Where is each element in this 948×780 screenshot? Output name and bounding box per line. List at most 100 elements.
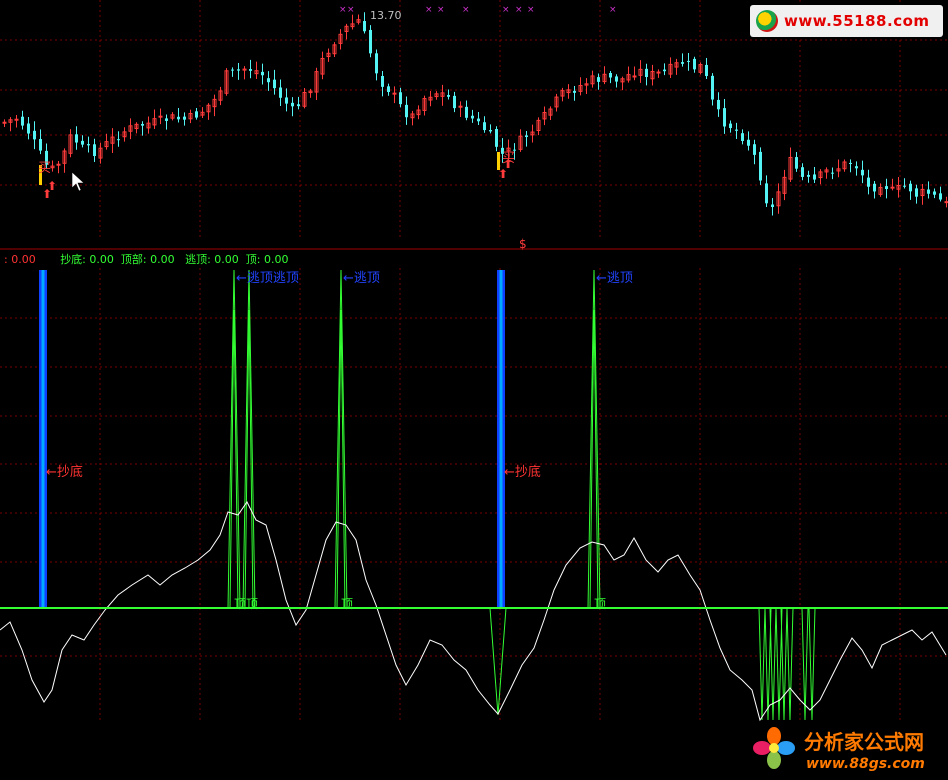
candle-body bbox=[855, 166, 858, 169]
marker-x: × bbox=[609, 5, 617, 15]
candle-body bbox=[873, 183, 876, 192]
ding-label: 顶顶 bbox=[234, 597, 258, 611]
candle-body bbox=[375, 53, 378, 74]
candle-body bbox=[56, 163, 61, 166]
candle-body bbox=[2, 121, 7, 124]
candle-body bbox=[249, 69, 252, 71]
marker-x: × bbox=[339, 5, 347, 15]
marker-x: × bbox=[527, 5, 535, 15]
mouse-cursor-icon bbox=[71, 171, 85, 192]
candle-body bbox=[711, 75, 714, 100]
candle-body bbox=[867, 177, 870, 187]
candle-body bbox=[747, 139, 750, 146]
candle-body bbox=[632, 75, 637, 78]
indicator-legend: : 0.00 抄底: 0.00 顶部: 0.00 逃顶: 0.00 顶: 0.0… bbox=[4, 251, 289, 267]
legend-taoding: 逃顶: 0.00 bbox=[185, 253, 239, 266]
candle-body bbox=[158, 115, 163, 118]
taoding-label: ←逃顶 bbox=[343, 271, 380, 286]
top-spike bbox=[229, 309, 239, 609]
chaodi-label: ←抄底 bbox=[504, 464, 541, 480]
logo-swirl-icon bbox=[756, 10, 778, 32]
dollar-marker: $ bbox=[519, 237, 527, 251]
marker-x: × bbox=[462, 5, 470, 15]
candle-body bbox=[489, 129, 492, 132]
candle-body bbox=[717, 99, 720, 110]
candle-body bbox=[849, 162, 852, 164]
candle-body bbox=[117, 139, 120, 141]
candle-body bbox=[369, 29, 372, 54]
candle-body bbox=[495, 128, 498, 147]
candle-body bbox=[27, 123, 30, 134]
candle-body bbox=[387, 86, 390, 93]
top-spike bbox=[589, 309, 599, 609]
legend-dingbu: 顶部: 0.00 bbox=[120, 253, 175, 266]
marker-x: × bbox=[347, 5, 355, 15]
logo-88gs-url: www.88gs.com bbox=[806, 756, 925, 772]
marker-x: × bbox=[425, 5, 433, 15]
candle-body bbox=[177, 116, 180, 120]
candle-body bbox=[765, 183, 768, 204]
candle-body bbox=[237, 69, 240, 71]
candle-body bbox=[890, 186, 895, 189]
candle-body bbox=[87, 144, 90, 146]
legend-prefix: : 0.00 bbox=[4, 253, 36, 266]
flower-logo-icon bbox=[753, 727, 795, 769]
candle-body bbox=[195, 111, 198, 118]
candle-body bbox=[927, 189, 930, 194]
bottom-spike bbox=[758, 607, 766, 721]
marker-x: × bbox=[515, 5, 523, 15]
candle-body bbox=[723, 108, 726, 127]
candle-body bbox=[861, 169, 864, 176]
candle-body bbox=[525, 135, 528, 137]
candle-body bbox=[609, 73, 612, 78]
chaodi-label: ←抄底 bbox=[46, 464, 83, 480]
chaodi-bar-core bbox=[499, 270, 503, 608]
bottom-spike bbox=[780, 607, 788, 721]
candle-body bbox=[483, 122, 486, 131]
candle-body bbox=[93, 144, 96, 157]
candle-body bbox=[813, 174, 816, 180]
candle-body bbox=[453, 95, 456, 109]
bottom-spike bbox=[786, 607, 794, 721]
taoding-label: ←逃顶 bbox=[596, 271, 633, 286]
marker-x: × bbox=[437, 5, 445, 15]
candle-body bbox=[447, 95, 450, 97]
top-spike bbox=[336, 309, 346, 609]
candle-body bbox=[273, 79, 276, 89]
stock-chart: ××××××××××⬆⬆⬆⬆买买$←抄底←抄底←逃顶逃顶←逃顶←逃顶顶顶顶顶 bbox=[0, 0, 948, 722]
candle-body bbox=[392, 92, 397, 95]
candle-body bbox=[267, 78, 270, 83]
candle-body bbox=[597, 77, 600, 82]
candle-body bbox=[741, 133, 744, 141]
candle-body bbox=[285, 97, 288, 104]
logo-55188: www.55188.com bbox=[750, 5, 943, 37]
candle-body bbox=[261, 71, 264, 76]
candle-body bbox=[183, 116, 186, 120]
buy-arrow-icon: ⬆ bbox=[47, 179, 57, 193]
candle-body bbox=[615, 76, 618, 82]
candle-body bbox=[471, 115, 474, 119]
candle-body bbox=[291, 102, 294, 107]
candle-body bbox=[753, 144, 756, 155]
bottom-spike bbox=[489, 607, 507, 716]
candle-body bbox=[939, 193, 942, 200]
candle-body bbox=[297, 104, 300, 107]
candle-body bbox=[915, 188, 918, 197]
candle-body bbox=[693, 58, 696, 70]
candle-body bbox=[141, 123, 144, 126]
chaodi-bar-core bbox=[41, 270, 45, 608]
candle-body bbox=[759, 151, 762, 181]
logo-88gs: 分析家公式网 www.88gs.com bbox=[748, 722, 946, 778]
candle-body bbox=[807, 174, 810, 177]
bottom-spike bbox=[808, 607, 816, 721]
candle-body bbox=[771, 204, 774, 208]
ding-label: 顶 bbox=[594, 597, 606, 611]
candle-body bbox=[477, 118, 480, 122]
candle-body bbox=[39, 139, 42, 151]
candle-body bbox=[165, 118, 168, 121]
candle-body bbox=[405, 104, 408, 118]
candle-body bbox=[573, 90, 576, 93]
ding-label: 顶 bbox=[341, 597, 353, 611]
candle-body bbox=[687, 60, 690, 62]
candle-body bbox=[14, 118, 19, 121]
